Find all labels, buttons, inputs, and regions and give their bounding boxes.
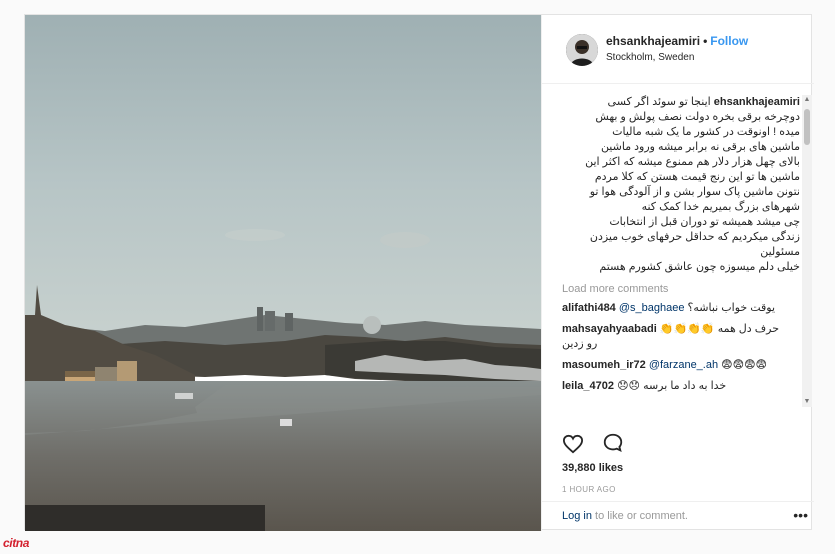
comment-item: alifathi484 @s_baghaee یوقت خواب نباشه؟	[562, 301, 800, 316]
post-header: ehsankhajeamiri • Follow Stockholm, Sweden	[542, 15, 814, 84]
scroll-up-arrow-icon[interactable]: ▲	[802, 95, 812, 105]
comment-item: leila_4702 😞😞 خدا به داد ما برسه	[562, 379, 800, 394]
comment-item: mahsayahyaabadi 👏👏👏👏 حرف دل همه رو زدین	[562, 322, 800, 352]
post-side-panel: ehsankhajeamiri • Follow Stockholm, Sweden…	[541, 15, 814, 531]
login-prompt-text: to like or comment.	[591, 510, 688, 522]
likes-count[interactable]: 39,880 likes	[562, 462, 623, 474]
comment-username[interactable]: alifathi484	[562, 302, 616, 314]
caption-line: ماشین های برقی نه برابر میشه ورود ماشین	[600, 141, 800, 153]
caption-line: دوچرخه برقی بخره دولت نصف پولش و بهش	[595, 111, 800, 123]
post-timestamp: 1 HOUR AGO	[562, 485, 616, 494]
scroll-down-arrow-icon[interactable]: ▼	[802, 397, 812, 407]
watermark-logo: citna	[3, 536, 30, 550]
login-footer: Log in to like or comment. •••	[542, 501, 814, 532]
scrollbar-thumb[interactable]	[804, 109, 810, 145]
header-username-row: ehsankhajeamiri • Follow	[606, 34, 748, 48]
comment-bubble-icon[interactable]	[602, 432, 624, 459]
location-link[interactable]: Stockholm, Sweden	[606, 52, 694, 63]
caption-line: خیلی دلم میسوزه چون عاشق کشورم هستم	[599, 261, 800, 273]
comment-username[interactable]: mahsayahyaabadi	[562, 323, 657, 335]
login-link[interactable]: Log in	[562, 510, 592, 522]
page-background: ehsankhajeamiri • Follow Stockholm, Sweden…	[0, 0, 835, 554]
post-photo	[25, 15, 541, 531]
caption-line: اینجا تو سوئد اگر کسی	[607, 96, 711, 108]
comment-mention[interactable]: @s_baghaee	[619, 302, 685, 314]
separator-dot: •	[703, 34, 708, 48]
heart-icon[interactable]	[562, 434, 584, 459]
comment-mention[interactable]: @farzane_.ah	[649, 359, 718, 371]
comment-text-continued: رو زدین	[562, 338, 598, 350]
caption: ehsankhajeamiri اینجا تو سوئد اگر کسی دو…	[562, 95, 800, 275]
post-actions	[562, 432, 638, 456]
comment-text: 😨😨😨😨	[721, 359, 768, 371]
caption-line: بالای چهل هزار دلار هم ممنوع میشه که اکث…	[585, 156, 800, 168]
comment-item: masoumeh_ir72 @farzane_.ah 😨😨😨😨	[562, 358, 800, 373]
caption-line: مسئولین	[760, 246, 800, 258]
caption-line: نتونن ماشین پاک سوار بشن و از آلودگی هوا…	[589, 186, 800, 198]
caption-line: زندگی میکردیم که حداقل حرفهای خوب میزدن	[589, 231, 800, 243]
comment-username[interactable]: leila_4702	[562, 380, 614, 392]
comment-username[interactable]: masoumeh_ir72	[562, 359, 646, 371]
caption-line: میده ! اونوقت در کشور ما یک شبه مالیات	[612, 126, 800, 138]
follow-button[interactable]: Follow	[710, 34, 748, 48]
load-more-comments[interactable]: Load more comments	[562, 283, 800, 295]
header-username[interactable]: ehsankhajeamiri	[606, 34, 700, 48]
login-prompt: Log in to like or comment.	[562, 510, 688, 522]
comment-text: یوقت خواب نباشه؟	[687, 302, 776, 314]
avatar[interactable]	[566, 34, 598, 66]
comment-text: 👏👏👏👏 حرف دل همه	[659, 323, 780, 335]
comments-list: ehsankhajeamiri اینجا تو سوئد اگر کسی دو…	[562, 95, 800, 417]
caption-line: شهرهای بزرگ بمیریم خدا کمک کنه	[641, 201, 800, 213]
caption-line: چی میشد همیشه تو دوران قبل از انتخابات	[609, 216, 800, 228]
comments-scrollbar[interactable]: ▲ ▼	[802, 95, 812, 407]
more-options-icon[interactable]: •••	[793, 507, 808, 523]
caption-username[interactable]: ehsankhajeamiri	[714, 96, 800, 108]
caption-line: ماشین ها تو این رنج قیمت هستن که کلا مرد…	[594, 171, 800, 183]
comment-text: 😞😞 خدا به داد ما برسه	[617, 380, 727, 392]
instagram-post: ehsankhajeamiri • Follow Stockholm, Sweden…	[24, 14, 814, 531]
